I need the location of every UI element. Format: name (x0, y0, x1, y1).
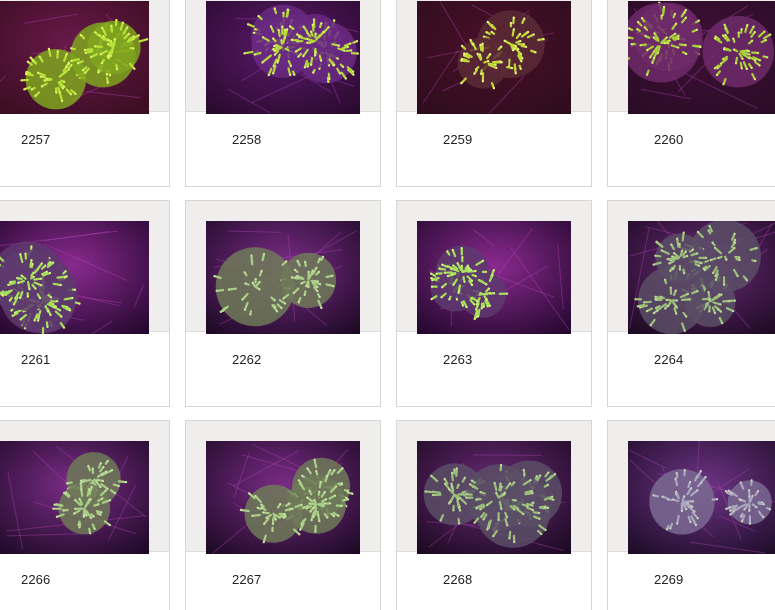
item-number[interactable]: 2262 (232, 352, 261, 367)
coral-photo (417, 221, 571, 334)
coral-photo (206, 1, 360, 114)
coral-photo (0, 1, 149, 114)
coral-card[interactable]: 2263 (396, 200, 592, 407)
coral-card[interactable]: 2266 (0, 420, 170, 610)
coral-thumbnail[interactable] (417, 1, 571, 114)
coral-thumbnail[interactable] (206, 1, 360, 114)
coral-card[interactable]: 2267 (185, 420, 381, 610)
thumbnail-frame (608, 201, 775, 334)
item-number[interactable]: 2263 (443, 352, 472, 367)
coral-card[interactable]: 2257 (0, 0, 170, 187)
thumbnail-frame (0, 421, 169, 554)
coral-thumbnail[interactable] (206, 441, 360, 554)
coral-thumbnail[interactable] (628, 221, 775, 334)
coral-card[interactable]: 2260 (607, 0, 775, 187)
item-number[interactable]: 2266 (21, 572, 50, 587)
coral-photo (417, 441, 571, 554)
thumbnail-frame (186, 421, 380, 554)
thumbnail-frame (608, 421, 775, 554)
thumbnail-frame (397, 201, 591, 334)
item-number[interactable]: 2264 (654, 352, 683, 367)
thumbnail-frame (397, 421, 591, 554)
coral-photo (0, 221, 149, 334)
thumbnail-frame (397, 0, 591, 114)
coral-thumbnail[interactable] (206, 221, 360, 334)
coral-photo (628, 441, 775, 554)
coral-thumbnail[interactable] (0, 1, 149, 114)
coral-card[interactable]: 2268 (396, 420, 592, 610)
item-number[interactable]: 2267 (232, 572, 261, 587)
coral-card[interactable]: 2261 (0, 200, 170, 407)
coral-card[interactable]: 2264 (607, 200, 775, 407)
thumbnail-frame (0, 201, 169, 334)
coral-thumbnail[interactable] (417, 441, 571, 554)
coral-photo (417, 1, 571, 114)
coral-card[interactable]: 2262 (185, 200, 381, 407)
gallery-viewport: 2257 2258 2259 2260 2261 2262 2263 2264 2266 2267… (0, 0, 775, 610)
item-number[interactable]: 2259 (443, 132, 472, 147)
thumbnail-frame (186, 0, 380, 114)
item-number[interactable]: 2258 (232, 132, 261, 147)
coral-photo (206, 221, 360, 334)
coral-card[interactable]: 2269 (607, 420, 775, 610)
item-number[interactable]: 2269 (654, 572, 683, 587)
thumbnail-frame (608, 0, 775, 114)
coral-card[interactable]: 2258 (185, 0, 381, 187)
item-number[interactable]: 2257 (21, 132, 50, 147)
item-number[interactable]: 2268 (443, 572, 472, 587)
coral-thumbnail[interactable] (0, 441, 149, 554)
coral-photo (206, 441, 360, 554)
coral-thumbnail[interactable] (0, 221, 149, 334)
coral-photo (628, 1, 775, 114)
coral-thumbnail[interactable] (417, 221, 571, 334)
coral-thumbnail[interactable] (628, 441, 775, 554)
item-number[interactable]: 2260 (654, 132, 683, 147)
coral-photo (628, 221, 775, 334)
coral-card[interactable]: 2259 (396, 0, 592, 187)
coral-thumbnail[interactable] (628, 1, 775, 114)
coral-photo (0, 441, 149, 554)
thumbnail-frame (0, 0, 169, 114)
thumbnail-frame (186, 201, 380, 334)
item-number[interactable]: 2261 (21, 352, 50, 367)
